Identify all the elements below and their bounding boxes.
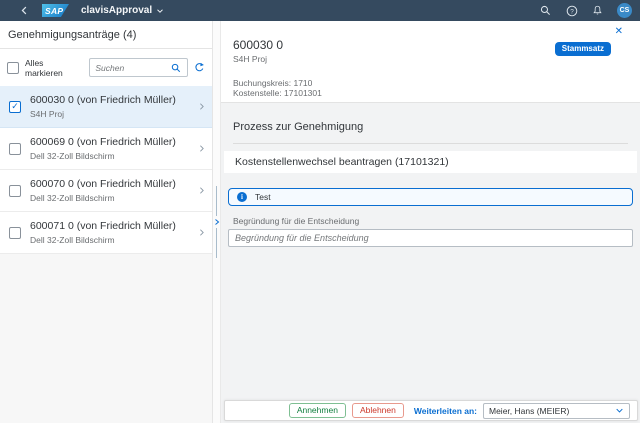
approvals-master-panel: Genehmigungsanträge (4) Alles markieren … bbox=[0, 21, 213, 423]
info-message-strip: i Test bbox=[228, 188, 633, 206]
check-icon: ✓ bbox=[11, 102, 19, 111]
forward-to-selected-value: Meier, Hans (MEIER) bbox=[489, 406, 615, 416]
avatar-initials: CS bbox=[620, 7, 630, 14]
item-checkbox[interactable]: ✓ bbox=[9, 101, 21, 113]
master-panel-title: Genehmigungsanträge (4) bbox=[0, 21, 212, 49]
user-avatar[interactable]: CS bbox=[617, 3, 632, 18]
accept-button[interactable]: Annehmen bbox=[289, 403, 346, 418]
splitter-grip bbox=[216, 186, 217, 216]
item-subtitle: S4H Proj bbox=[30, 109, 176, 119]
reason-label: Begründung für die Entscheidung bbox=[233, 216, 633, 226]
chevron-right-icon bbox=[197, 102, 206, 111]
item-title: 600071 0 (von Friedrich Müller) bbox=[30, 220, 176, 232]
forward-to-select[interactable]: Meier, Hans (MEIER) bbox=[483, 403, 630, 419]
search-icon[interactable] bbox=[171, 63, 181, 73]
cost-center-attribute: Kostenstelle: 17101301 bbox=[233, 88, 322, 98]
svg-text:?: ? bbox=[570, 8, 574, 15]
company-code-attribute: Buchungskreis: 1710 bbox=[233, 78, 312, 88]
expand-panel-icon[interactable] bbox=[213, 217, 221, 227]
back-icon[interactable] bbox=[16, 3, 32, 19]
list-item[interactable]: 600071 0 (von Friedrich Müller) Dell 32-… bbox=[0, 212, 212, 254]
shell-actions: ? CS bbox=[539, 3, 632, 18]
chevron-down-icon bbox=[156, 7, 164, 15]
detail-subtitle: S4H Proj bbox=[233, 54, 267, 64]
item-checkbox[interactable] bbox=[9, 185, 21, 197]
item-title: 600070 0 (von Friedrich Müller) bbox=[30, 178, 176, 190]
process-section-title: Prozess zur Genehmigung bbox=[233, 121, 628, 144]
list-item[interactable]: ✓ 600030 0 (von Friedrich Müller) S4H Pr… bbox=[0, 86, 212, 128]
select-all-label: Alles markieren bbox=[25, 58, 83, 78]
item-checkbox[interactable] bbox=[9, 143, 21, 155]
detail-content: Prozess zur Genehmigung Kostenstellenwec… bbox=[221, 103, 640, 423]
chevron-right-icon bbox=[197, 186, 206, 195]
select-all-checkbox[interactable] bbox=[7, 62, 19, 74]
chevron-right-icon bbox=[197, 144, 206, 153]
sap-logo: SAP bbox=[42, 4, 69, 17]
search-icon[interactable] bbox=[539, 4, 552, 17]
reject-button[interactable]: Ablehnen bbox=[352, 403, 404, 418]
sap-logo-text: SAP bbox=[42, 6, 63, 16]
master-panel-filler bbox=[0, 254, 212, 423]
splitter-grip bbox=[216, 228, 217, 258]
detail-header: ✕ 600030 0 S4H Proj Stammsatz Buchungskr… bbox=[221, 21, 640, 103]
list-item[interactable]: 600070 0 (von Friedrich Müller) Dell 32-… bbox=[0, 170, 212, 212]
process-item-text: Kostenstellenwechsel beantragen (1710132… bbox=[235, 156, 449, 168]
process-item-row[interactable]: Kostenstellenwechsel beantragen (1710132… bbox=[224, 151, 637, 173]
app-title-menu[interactable]: clavisApproval bbox=[81, 5, 164, 16]
item-title: 600030 0 (von Friedrich Müller) bbox=[30, 94, 176, 106]
message-strip-text: Test bbox=[255, 192, 271, 202]
list-item[interactable]: 600069 0 (von Friedrich Müller) Dell 32-… bbox=[0, 128, 212, 170]
approvals-list: ✓ 600030 0 (von Friedrich Müller) S4H Pr… bbox=[0, 86, 212, 254]
list-search-input[interactable] bbox=[95, 63, 171, 73]
close-icon[interactable]: ✕ bbox=[615, 27, 623, 37]
shell-header: SAP clavisApproval ? CS bbox=[0, 0, 640, 21]
app-title: clavisApproval bbox=[81, 5, 152, 16]
item-subtitle: Dell 32-Zoll Bildschirm bbox=[30, 151, 176, 161]
item-subtitle: Dell 32-Zoll Bildschirm bbox=[30, 235, 176, 245]
reason-input[interactable] bbox=[228, 229, 633, 247]
stammsatz-button[interactable]: Stammsatz bbox=[555, 42, 611, 56]
item-title: 600069 0 (von Friedrich Müller) bbox=[30, 136, 176, 148]
item-checkbox[interactable] bbox=[9, 227, 21, 239]
list-search-field[interactable] bbox=[89, 58, 188, 77]
approval-detail-panel: ✕ 600030 0 S4H Proj Stammsatz Buchungskr… bbox=[221, 21, 640, 423]
master-toolbar: Alles markieren bbox=[0, 49, 212, 86]
detail-footer-bar: Annehmen Ablehnen Weiterleiten an: Meier… bbox=[224, 400, 638, 421]
chevron-right-icon bbox=[197, 228, 206, 237]
notifications-bell-icon[interactable] bbox=[591, 4, 604, 17]
item-subtitle: Dell 32-Zoll Bildschirm bbox=[30, 193, 176, 203]
info-icon: i bbox=[237, 192, 247, 202]
chevron-down-icon bbox=[615, 406, 624, 415]
refresh-icon[interactable] bbox=[194, 62, 205, 73]
detail-title: 600030 0 bbox=[233, 38, 283, 52]
help-icon[interactable]: ? bbox=[565, 4, 578, 17]
forward-to-label: Weiterleiten an: bbox=[414, 406, 477, 416]
panel-splitter[interactable] bbox=[213, 21, 221, 423]
